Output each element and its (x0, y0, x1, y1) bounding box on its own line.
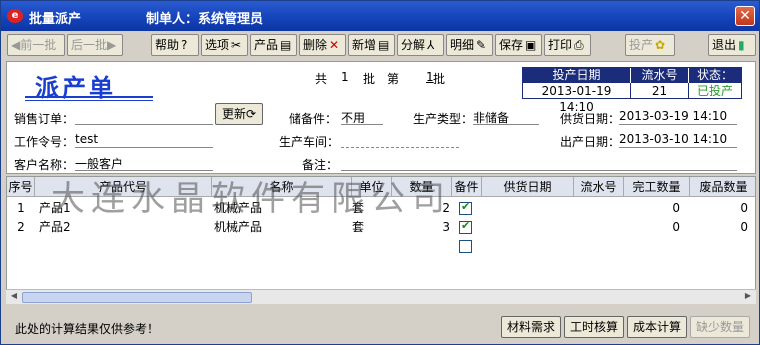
customer-field[interactable]: 一般客户 (75, 155, 213, 171)
scroll-left-icon[interactable]: ◀ (7, 291, 21, 304)
cell-qty[interactable]: 3 (392, 218, 450, 237)
supply-date-label: 供货日期： (560, 112, 621, 126)
shortage-qty-button[interactable]: 缺少数量 (690, 316, 750, 338)
batch-total-label: 共 (315, 72, 328, 86)
exit-door-icon: ▮ (738, 38, 745, 52)
detail-button[interactable]: 明细 ✎ (446, 34, 493, 56)
header-panel: 派产单 共 1 批 第 1 批 投产日期 流水号 状态： 2013-01-19 … (6, 61, 756, 174)
help-button[interactable]: 帮助? (151, 34, 199, 56)
workshop-field[interactable] (341, 132, 459, 148)
cost-calc-button[interactable]: 成本计算 (627, 316, 687, 338)
produce-icon: ✿ (655, 38, 666, 52)
col-header-serial[interactable]: 流水号 (574, 177, 624, 197)
status-badge: 已投产 (696, 84, 733, 98)
cell-done-qty[interactable]: 0 (624, 199, 680, 218)
work-order-label: 工作令号： (14, 135, 75, 149)
work-hours-button[interactable]: 工时核算 (564, 316, 624, 338)
batch-unit: 批 (363, 72, 376, 86)
workshop-label: 生产车间： (279, 135, 340, 149)
col-header-spare[interactable]: 备件 (452, 177, 482, 197)
window-title: 批量派产 (29, 12, 82, 27)
print-button[interactable]: 打印 ⎙ (544, 34, 591, 56)
batch-dispatch-window: e 批量派产 制单人：系统管理员 ✕ ◀前一批 后一批▶ 帮助? 选项 ✂ 产品 ▤… (0, 0, 760, 345)
stock-part-field[interactable]: 不用 (341, 109, 383, 125)
cell-done-qty[interactable]: 0 (624, 218, 680, 237)
creator-label: 制单人：系统管理员 (146, 12, 264, 27)
edit-document-icon: ✎ (476, 38, 487, 52)
sales-order-label: 销售订单： (14, 112, 75, 126)
save-button[interactable]: 保存 ▣ (495, 34, 542, 56)
batch-total: 1 (341, 70, 349, 84)
product-button[interactable]: 产品 ▤ (250, 34, 297, 56)
batch-no-unit: 批 (433, 72, 446, 86)
produce-date-header: 投产日期 (523, 68, 631, 83)
cell-name[interactable]: 机械产品 (214, 218, 350, 237)
ship-date-field[interactable]: 2013-03-10 14:10 (619, 132, 737, 148)
cell-scrap-qty[interactable]: 0 (690, 199, 748, 218)
title-underline-thin (25, 100, 153, 101)
decompose-button[interactable]: 分解 ⅄ (397, 34, 444, 56)
title-bar: e 批量派产 制单人：系统管理员 ✕ (1, 1, 759, 31)
table-row[interactable]: 2 产品2 机械产品 套 3 0 0 (7, 218, 755, 237)
document-icon: ▤ (280, 38, 292, 52)
col-header-no[interactable]: 序号 (7, 177, 35, 197)
table-row-empty[interactable] (7, 237, 755, 256)
cell-unit[interactable]: 套 (352, 218, 392, 237)
printer-icon: ⎙ (574, 38, 584, 52)
watermark-text: 大连水晶软件有限公司 (51, 179, 451, 219)
prev-batch-button[interactable]: ◀前一批 (7, 34, 65, 56)
sales-order-field[interactable] (75, 109, 213, 125)
new-document-icon: ▤ (378, 38, 390, 52)
next-batch-button[interactable]: 后一批▶ (67, 34, 123, 56)
production-type-label: 生产类型： (413, 112, 474, 126)
supply-date-field[interactable]: 2013-03-19 14:10 (619, 109, 737, 125)
work-order-field[interactable]: test (75, 132, 213, 148)
serial-value: 21 (631, 83, 689, 99)
options-button[interactable]: 选项 ✂ (201, 34, 248, 56)
stock-part-label: 储备件： (289, 112, 338, 126)
remark-field[interactable] (341, 155, 737, 171)
production-type-field[interactable]: 非储备 (473, 109, 539, 125)
exit-button[interactable]: 退出 ▮ (708, 34, 756, 56)
help-icon: ? (181, 38, 188, 52)
arrow-right-icon: ▶ (107, 38, 117, 52)
status-header: 状态： (689, 68, 741, 83)
status-table: 投产日期 流水号 状态： 2013-01-19 14:10 21 已投产 (522, 67, 742, 114)
col-header-supply-date[interactable]: 供货日期 (482, 177, 574, 197)
tree-icon: ⅄ (427, 38, 435, 52)
material-demand-button[interactable]: 材料需求 (501, 316, 561, 338)
col-header-done-qty[interactable]: 完工数量 (624, 177, 690, 197)
options-icon: ✂ (231, 38, 242, 52)
title-underline (25, 96, 153, 98)
add-button[interactable]: 新增 ▤ (348, 34, 395, 56)
batch-no-label: 第 (387, 72, 400, 86)
serial-header: 流水号 (631, 68, 689, 83)
spare-checkbox[interactable] (459, 240, 472, 253)
col-header-scrap-qty[interactable]: 废品数量 (690, 177, 755, 197)
produce-button[interactable]: 投产 ✿ (625, 34, 675, 56)
toolbar: ◀前一批 后一批▶ 帮助? 选项 ✂ 产品 ▤ 删除 ✕ 新增 ▤ 分解 ⅄ 明细 ✎ 保存… (1, 32, 759, 60)
arrow-left-icon: ◀ (11, 38, 21, 52)
cell-code[interactable]: 产品2 (39, 218, 209, 237)
refresh-icon: ⟳ (245, 107, 257, 121)
delete-icon: ✕ (329, 38, 340, 52)
save-icon: ▣ (525, 38, 537, 52)
spare-checkbox[interactable] (459, 219, 472, 234)
cell-scrap-qty[interactable]: 0 (690, 218, 748, 237)
scroll-right-icon[interactable]: ▶ (741, 291, 755, 304)
delete-button[interactable]: 删除 ✕ (299, 34, 346, 56)
calc-note: 此处的计算结果仅供参考！ (15, 322, 160, 336)
app-logo-icon: e (7, 9, 23, 23)
cell-no: 2 (17, 220, 25, 234)
update-button[interactable]: 更新⟳ (215, 103, 263, 125)
produce-date-value: 2013-01-19 14:10 (523, 83, 631, 114)
close-button[interactable]: ✕ (735, 6, 755, 26)
horizontal-scrollbar[interactable]: ◀ ▶ (6, 289, 756, 304)
spare-checkbox[interactable] (459, 200, 472, 215)
cell-no: 1 (17, 201, 25, 215)
scrollbar-thumb[interactable] (22, 292, 252, 303)
ship-date-label: 出产日期： (560, 135, 621, 149)
